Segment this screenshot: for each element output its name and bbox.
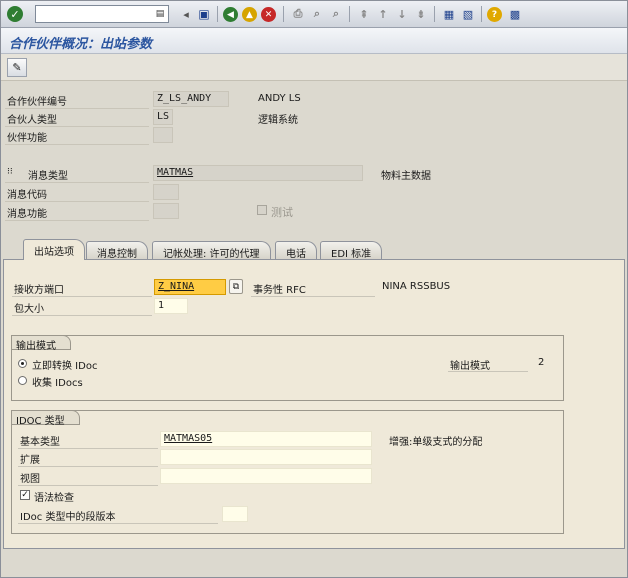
application-toolbar: ✎ [1,54,627,81]
partner-number-field[interactable]: Z_LS_ANDY [153,91,229,107]
output-mode-title: 输出模式 [11,335,71,352]
immediate-radio[interactable] [18,359,27,368]
find-next-icon[interactable]: ⌕ [327,5,345,23]
receiver-port-label: 接收方端口 [14,285,64,296]
tab-telephony[interactable]: 电话 [275,241,317,260]
message-code-field[interactable] [153,184,179,200]
title-bar: 合作伙伴概况：出站参数 [1,28,627,54]
partner-number-label: 合作伙伴编号 [7,97,67,108]
collect-label: 收集 IDocs [32,378,83,389]
print-icon[interactable]: ⎙ [289,5,307,23]
first-page-icon[interactable]: ⇞ [355,5,373,23]
message-type-field[interactable]: MATMAS [153,165,363,181]
display-change-button[interactable]: ✎ [7,58,27,77]
message-type-desc: 物料主数据 [381,171,431,182]
extension-label: 扩展 [20,455,40,466]
system-toolbar: ✓ ▤ ◂ ▣ ◀ ▲ ✕ ⎙ ⌕ ⌕ ⇞ ↑ ↓ ⇟ ▦ ▧ ? ▩ [1,1,627,28]
command-history-icon[interactable]: ▤ [151,5,169,23]
syntax-check-label: 语法检查 [34,493,74,504]
partner-type-field[interactable]: LS [153,109,173,125]
packet-size-label: 包大小 [14,304,44,315]
segment-release-label: IDoc 类型中的段版本 [20,512,116,523]
next-page-icon[interactable]: ↓ [393,5,411,23]
last-page-icon[interactable]: ⇟ [412,5,430,23]
help-icon[interactable]: ? [487,7,502,22]
save-icon[interactable]: ▣ [195,5,213,23]
partner-number-desc: ANDY LS [258,93,301,104]
extension-field[interactable] [160,449,372,465]
message-type-label: 消息类型 [28,171,68,182]
view-label: 视图 [20,474,40,485]
output-mode-label: 输出模式 [450,361,490,372]
idoc-type-title: IDOC 类型 [11,410,80,427]
message-function-field[interactable] [153,203,179,219]
packet-size-field[interactable]: 1 [154,298,188,314]
partner-role-label: 伙伴功能 [7,133,47,144]
shortcut-icon[interactable]: ▧ [459,5,477,23]
pencil-icon: ✎ [12,61,22,74]
tab-edi-standard[interactable]: EDI 标准 [320,241,383,260]
message-type-marker-icon: ⁝⁝ [7,167,13,177]
layout-menu-icon[interactable]: ▩ [506,5,524,23]
message-code-label: 消息代码 [7,190,47,201]
new-session-icon[interactable]: ▦ [440,5,458,23]
test-checkbox[interactable] [257,205,267,215]
partner-type-desc: 逻辑系统 [258,115,298,126]
command-field[interactable] [35,5,169,23]
sap-window: ✓ ▤ ◂ ▣ ◀ ▲ ✕ ⎙ ⌕ ⌕ ⇞ ↑ ↓ ⇟ ▦ ▧ ? ▩ 合作伙伴… [0,0,628,578]
tab-message-control[interactable]: 消息控制 [86,241,148,260]
enter-icon[interactable]: ✓ [7,6,23,22]
collect-radio[interactable] [18,376,27,385]
outbound-options-panel: 接收方端口 Z_NINA ⧉ 事务性 RFC NINA RSSBUS 包大小 1… [3,259,625,549]
output-mode-group: 输出模式 立即转换 IDoc 收集 IDocs 输出模式 2 [11,335,564,401]
back-nav-icon[interactable]: ◂ [177,5,195,23]
output-mode-value: 2 [538,357,545,368]
cancel-icon[interactable]: ✕ [261,7,276,22]
test-label: 测试 [271,206,293,219]
basic-type-label: 基本类型 [20,437,60,448]
syntax-check-checkbox[interactable]: ✓ [20,490,30,500]
basic-type-desc: 增强:单级支式的分配 [389,437,483,448]
page-title: 合作伙伴概况：出站参数 [9,37,153,52]
exit-icon[interactable]: ▲ [242,7,257,22]
immediate-label: 立即转换 IDoc [32,361,98,372]
basic-type-field[interactable]: MATMAS05 [160,431,372,447]
value-help-icon[interactable]: ⧉ [229,279,243,294]
partner-role-field[interactable] [153,127,173,143]
segment-release-field[interactable] [222,506,248,522]
back-icon[interactable]: ◀ [223,7,238,22]
port-description: NINA RSSBUS [382,281,451,292]
previous-page-icon[interactable]: ↑ [374,5,392,23]
message-function-label: 消息功能 [7,209,47,220]
view-field[interactable] [160,468,372,484]
receiver-port-field[interactable]: Z_NINA [154,279,226,295]
partner-type-label: 合伙人类型 [7,115,57,126]
find-icon[interactable]: ⌕ [308,5,326,23]
tab-outbound-options[interactable]: 出站选项 [23,239,85,260]
tab-post-processing[interactable]: 记帐处理: 许可的代理 [152,241,271,260]
port-type-text: 事务性 RFC [253,285,306,296]
idoc-type-group: IDOC 类型 基本类型 MATMAS05 增强:单级支式的分配 扩展 视图 ✓… [11,410,564,534]
